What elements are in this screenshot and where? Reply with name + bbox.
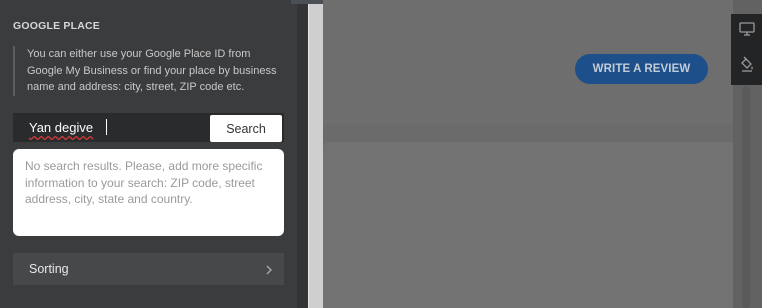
style-button[interactable] <box>731 49 762 84</box>
app-root: GOOGLE PLACE You can either use your Goo… <box>0 0 762 308</box>
paint-bucket-icon <box>739 56 755 77</box>
side-toolbar <box>731 14 762 85</box>
section-title: GOOGLE PLACE <box>13 20 100 32</box>
text-caret <box>106 119 107 135</box>
panel-resize-handle[interactable] <box>308 0 323 308</box>
desktop-view-button[interactable] <box>731 14 762 49</box>
sorting-section[interactable]: Sorting <box>13 253 284 285</box>
settings-panel: GOOGLE PLACE You can either use your Goo… <box>0 0 297 308</box>
place-search-row: Yan degive Search <box>13 113 284 142</box>
chevron-right-icon <box>265 253 273 285</box>
search-results-message: No search results. Please, add more spec… <box>13 149 284 236</box>
panel-divider <box>297 0 308 308</box>
sorting-label: Sorting <box>29 262 69 276</box>
place-search-input[interactable] <box>13 113 209 142</box>
preview-scrollbar[interactable] <box>742 86 750 308</box>
desktop-icon <box>738 22 755 41</box>
write-review-button[interactable]: WRITE A REVIEW <box>575 54 708 84</box>
preview-content-card <box>323 142 733 308</box>
google-place-hint: You can either use your Google Place ID … <box>13 46 279 96</box>
search-button[interactable]: Search <box>210 115 282 142</box>
